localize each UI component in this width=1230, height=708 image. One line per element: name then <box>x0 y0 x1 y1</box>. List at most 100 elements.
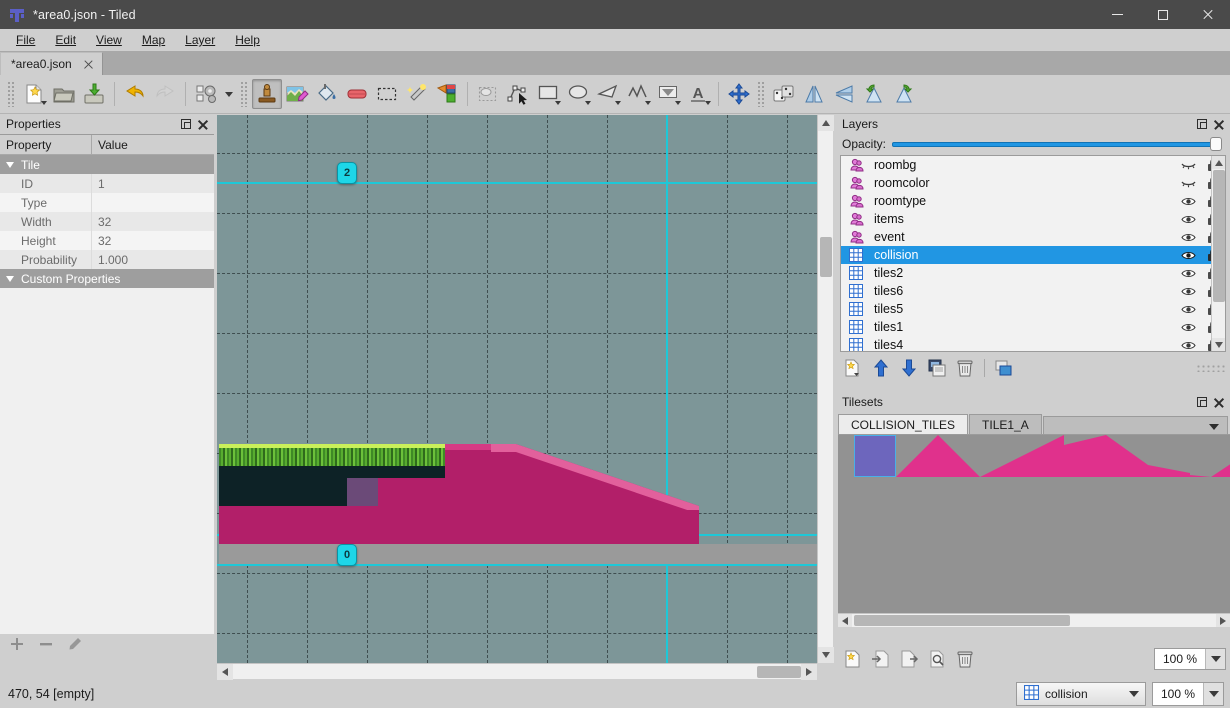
edit-polygons-tool[interactable] <box>503 79 533 109</box>
column-header-value[interactable]: Value <box>92 135 214 154</box>
properties-group-tile[interactable]: Tile <box>0 155 214 174</box>
remove-property-button[interactable] <box>35 635 57 653</box>
delete-tileset-button[interactable] <box>952 647 978 671</box>
layers-close-button[interactable] <box>1210 116 1226 132</box>
edit-property-button[interactable] <box>64 635 86 653</box>
scroll-right-button[interactable] <box>801 664 817 680</box>
layer-visibility-toggle[interactable] <box>1175 286 1201 297</box>
maximize-button[interactable] <box>1140 0 1185 29</box>
menu-help[interactable]: Help <box>225 31 270 49</box>
stamp-brush-tool[interactable] <box>252 79 282 109</box>
tileset-options-button[interactable] <box>191 79 221 109</box>
layer-visibility-toggle[interactable] <box>1175 196 1201 207</box>
layer-row-roomtype[interactable]: roomtype <box>841 192 1225 210</box>
toolbar-grip[interactable] <box>240 81 249 107</box>
table-row[interactable]: Width 32 <box>0 212 214 231</box>
bucket-fill-tool[interactable] <box>312 79 342 109</box>
rotate-left-button[interactable] <box>859 79 889 109</box>
select-same-tile-tool[interactable] <box>432 79 462 109</box>
map-canvas[interactable]: 2 0 <box>217 115 817 663</box>
tileset-scroll-right[interactable] <box>1216 614 1230 627</box>
tileset-options-dropdown[interactable] <box>221 79 237 109</box>
scroll-up-button[interactable] <box>818 115 834 131</box>
column-header-property[interactable]: Property <box>0 135 92 154</box>
layer-list[interactable]: roombg roomcolor roomtype items event co… <box>840 155 1226 352</box>
layer-row-tiles6[interactable]: tiles6 <box>841 282 1225 300</box>
pan-tool[interactable] <box>724 79 754 109</box>
close-icon[interactable] <box>82 58 95 71</box>
layer-row-tiles1[interactable]: tiles1 <box>841 318 1225 336</box>
insert-polygon-tool[interactable] <box>593 79 623 109</box>
map-vertical-scroll-thumb[interactable] <box>820 237 832 277</box>
property-value[interactable]: 1 <box>92 174 214 193</box>
eraser-tool[interactable] <box>342 79 372 109</box>
layer-visibility-toggle[interactable] <box>1175 268 1201 279</box>
opacity-slider[interactable] <box>892 137 1222 151</box>
tileset-tile-grid[interactable] <box>838 434 1230 627</box>
map-vertical-scrollbar[interactable] <box>817 115 834 663</box>
property-value[interactable]: 32 <box>92 231 214 250</box>
tileset-horizontal-scrollbar[interactable] <box>838 613 1230 627</box>
close-button[interactable] <box>1185 0 1230 29</box>
insert-ellipse-tool[interactable] <box>563 79 593 109</box>
toolbar-grip[interactable] <box>7 81 16 107</box>
layer-visibility-toggle[interactable] <box>1175 340 1201 351</box>
layer-visibility-toggle[interactable] <box>1175 322 1201 333</box>
layer-visibility-toggle[interactable] <box>1175 250 1201 261</box>
menu-file[interactable]: File <box>6 31 45 49</box>
scroll-down-button[interactable] <box>818 647 834 663</box>
layer-row-roombg[interactable]: roombg <box>841 156 1225 174</box>
map-object-marker[interactable]: 2 <box>337 162 357 184</box>
map-horizontal-scroll-thumb[interactable] <box>757 666 801 678</box>
minimize-button[interactable] <box>1095 0 1140 29</box>
magic-wand-tool[interactable] <box>402 79 432 109</box>
tileset-tab-collision-tiles[interactable]: COLLISION_TILES <box>838 414 969 435</box>
tileset-scroll-left[interactable] <box>838 614 852 627</box>
tileset-tile-1[interactable] <box>854 435 896 477</box>
document-tab-area0[interactable]: *area0.json <box>0 52 103 75</box>
tileset-zoom-dropdown[interactable] <box>1205 649 1225 669</box>
layer-row-tiles5[interactable]: tiles5 <box>841 300 1225 318</box>
tileset-tile-8[interactable] <box>1148 435 1190 477</box>
tileset-tile-2[interactable] <box>896 435 938 477</box>
rotate-right-button[interactable] <box>889 79 919 109</box>
layer-visibility-toggle[interactable] <box>1175 178 1201 189</box>
layer-list-scroll-down[interactable] <box>1212 338 1225 351</box>
menu-edit[interactable]: Edit <box>45 31 86 49</box>
menu-layer[interactable]: Layer <box>175 31 225 49</box>
table-row[interactable]: Type <box>0 193 214 212</box>
layer-row-event[interactable]: event <box>841 228 1225 246</box>
select-objects-tool[interactable] <box>473 79 503 109</box>
save-file-button[interactable] <box>79 79 109 109</box>
move-layer-up-button[interactable] <box>868 356 894 380</box>
properties-close-button[interactable] <box>194 116 210 132</box>
tileset-scroll-thumb[interactable] <box>854 615 1070 626</box>
properties-group-custom[interactable]: Custom Properties <box>0 269 214 288</box>
properties-float-button[interactable] <box>178 116 194 132</box>
edit-tileset-button[interactable] <box>924 647 950 671</box>
insert-polyline-tool[interactable] <box>623 79 653 109</box>
duplicate-layer-button[interactable] <box>924 356 950 380</box>
new-tileset-button[interactable] <box>840 647 866 671</box>
layer-visibility-toggle[interactable] <box>1175 160 1201 171</box>
move-layer-down-button[interactable] <box>896 356 922 380</box>
layers-resize-grip[interactable] <box>1196 364 1226 372</box>
property-value[interactable]: 1.000 <box>92 250 214 269</box>
export-tileset-button[interactable] <box>896 647 922 671</box>
tileset-tile-5[interactable] <box>1022 435 1064 477</box>
map-zoom-combo[interactable]: 100 % <box>1151 682 1224 706</box>
redo-button[interactable] <box>150 79 180 109</box>
menu-view[interactable]: View <box>86 31 132 49</box>
terrain-brush-tool[interactable] <box>282 79 312 109</box>
layer-row-items[interactable]: items <box>841 210 1225 228</box>
tilesets-float-button[interactable] <box>1194 394 1210 410</box>
tileset-tile-4[interactable] <box>980 435 1022 477</box>
current-layer-combo[interactable]: collision <box>1015 682 1146 706</box>
insert-text-tool[interactable]: A <box>683 79 713 109</box>
property-value[interactable]: 32 <box>92 212 214 231</box>
random-mode-button[interactable] <box>769 79 799 109</box>
property-value[interactable] <box>92 193 214 212</box>
add-property-button[interactable] <box>6 635 28 653</box>
open-file-button[interactable] <box>49 79 79 109</box>
toolbar-grip[interactable] <box>757 81 766 107</box>
